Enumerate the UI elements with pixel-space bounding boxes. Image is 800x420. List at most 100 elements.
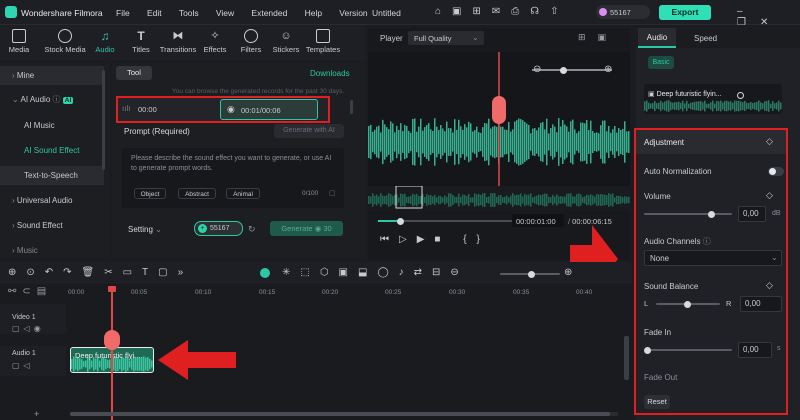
playhead-handle[interactable]: [492, 96, 506, 124]
progress-knob[interactable]: [397, 217, 404, 225]
credits-badge[interactable]: 55167: [596, 5, 650, 19]
chip-abstract[interactable]: Abstract: [178, 188, 216, 199]
toolbar-icons[interactable]: ⌂▣⊞✉⎙☊⇧: [435, 6, 570, 17]
auto-normalization-toggle[interactable]: [768, 167, 784, 176]
tab-basic[interactable]: Basic: [648, 56, 674, 69]
audio-channels-select[interactable]: None ⌄: [644, 250, 782, 266]
sidebar-item-sound-effect[interactable]: › Sound Effect: [0, 216, 104, 235]
balance-slider[interactable]: [656, 300, 720, 308]
menu-file[interactable]: File: [116, 8, 130, 18]
tab-templates[interactable]: Templates: [304, 29, 342, 54]
record-item-selected[interactable]: ◉ 00:01/00:06: [220, 99, 318, 120]
timeline-zoom-knob[interactable]: [528, 270, 535, 278]
tab-speed[interactable]: Speed: [694, 34, 717, 43]
chip-animal[interactable]: Animal: [226, 188, 260, 199]
waveform-bar: [406, 125, 408, 159]
tab-audio-props[interactable]: Audio: [638, 28, 676, 48]
current-time[interactable]: 00:00:01:00: [512, 214, 564, 227]
timeline-h-thumb[interactable]: [70, 412, 610, 416]
menu-view[interactable]: View: [216, 8, 234, 18]
timeline-playhead[interactable]: [111, 286, 113, 420]
timeline-v-scrollbar[interactable]: [624, 336, 629, 380]
export-button[interactable]: Export: [659, 5, 711, 20]
sidebar-item-mine[interactable]: › Mine: [0, 66, 104, 85]
mini-timeline[interactable]: [368, 185, 630, 210]
zoom-in-icon[interactable]: ⊕: [604, 64, 612, 75]
sidebar-item-ai-sound-effect[interactable]: AI Sound Effect: [0, 141, 104, 160]
track-lock-mute-eye-icons[interactable]: ▢◁◉: [12, 324, 45, 333]
volume-keyframe-icon[interactable]: ◇: [766, 190, 773, 201]
tab-downloads[interactable]: Downloads: [310, 69, 350, 78]
timeline-h-scrollbar[interactable]: [70, 412, 618, 416]
menu-edit[interactable]: Edit: [147, 8, 162, 18]
chip-object[interactable]: Object: [134, 188, 166, 199]
volume-knob[interactable]: [708, 210, 715, 218]
prompt-input[interactable]: Please describe the sound effect you wan…: [122, 148, 344, 208]
ai-tool-icon[interactable]: [260, 268, 270, 278]
credits-chip[interactable]: + 55167: [194, 221, 243, 236]
menu-extended[interactable]: Extended: [251, 8, 287, 18]
reset-button[interactable]: Reset: [644, 395, 670, 409]
tab-media[interactable]: Media: [6, 29, 32, 54]
progress-bar[interactable]: [378, 217, 518, 225]
sidebar-item-ai-audio[interactable]: ⌄ AI Audio ⓘ AI: [0, 90, 104, 109]
zoom-slider[interactable]: [532, 66, 612, 74]
fade-in-value[interactable]: 0,00: [738, 342, 772, 358]
generate-button[interactable]: Generate ◉ 30: [270, 221, 343, 236]
zoom-in-icon[interactable]: ⊕: [564, 267, 572, 278]
generate-with-ai-button[interactable]: Generate with AI: [274, 124, 344, 138]
sidebar-item-text-to-speech[interactable]: Text-to-Speech: [0, 166, 104, 185]
balance-keyframe-icon[interactable]: ◇: [766, 280, 773, 291]
setting-dropdown[interactable]: Setting ⌄: [128, 225, 162, 234]
tab-transitions[interactable]: ⧓ Transitions: [158, 29, 198, 54]
tab-stickers[interactable]: ☺ Stickers: [270, 29, 302, 54]
track-lock-mute-icons[interactable]: ▢◁: [12, 361, 34, 370]
balance-knob[interactable]: [684, 300, 691, 308]
fade-in-knob[interactable]: [644, 346, 651, 354]
fade-in-slider[interactable]: [644, 346, 732, 354]
zoom-out-icon[interactable]: ⊖: [533, 64, 541, 75]
waveform-bar: [628, 196, 630, 204]
track-tools-icons[interactable]: ⚯⊂▤: [8, 286, 52, 297]
window-controls[interactable]: –❐✕: [737, 6, 800, 28]
sidebar-scrollbar[interactable]: [102, 70, 105, 170]
add-track-icon[interactable]: +: [34, 409, 39, 419]
waveform-bar: [374, 195, 376, 205]
timeline-zoom-slider[interactable]: [500, 270, 560, 278]
clear-icon[interactable]: ▢: [329, 189, 336, 197]
title-bar: Wondershare Filmora File Edit Tools View…: [0, 0, 800, 28]
volume-value[interactable]: 0,00: [738, 206, 766, 222]
playback-controls[interactable]: ⏮▷▶■ {}: [380, 234, 490, 245]
tab-effects[interactable]: ✧ Effects: [202, 29, 228, 54]
menu-version[interactable]: Version: [339, 8, 367, 18]
view-icons[interactable]: ⊞▣: [578, 32, 618, 43]
tab-audio[interactable]: ♫ Audio: [92, 29, 118, 54]
quality-select[interactable]: Full Quality ⌄: [408, 31, 484, 45]
records-scrollbar[interactable]: [350, 100, 353, 114]
playhead-top[interactable]: [108, 286, 116, 292]
tab-stock-media[interactable]: Stock Media: [42, 29, 88, 54]
balance-value[interactable]: 0,00: [740, 296, 782, 312]
timeline-tool-icons[interactable]: ✳⬚⬡▣⬓◯♪⇄⊟⊖: [282, 267, 469, 278]
refresh-icon[interactable]: ↻: [248, 224, 256, 235]
sidebar-item-ai-music[interactable]: AI Music: [0, 116, 104, 135]
playhead-scissor-handle[interactable]: [104, 330, 120, 350]
tab-tool[interactable]: Tool: [116, 66, 152, 80]
tab-titles[interactable]: T Titles: [128, 29, 154, 54]
edit-tools-icons[interactable]: ⊕⊙↶↷🗑✂▭T▢»: [8, 267, 193, 278]
menu-tools[interactable]: Tools: [179, 8, 199, 18]
play-icon[interactable]: ◉: [227, 104, 235, 115]
sidebar-item-universal-audio[interactable]: › Universal Audio: [0, 191, 104, 210]
waveform-bar: [492, 193, 494, 207]
record-time[interactable]: 00:00: [138, 105, 157, 114]
timeline-toolbar[interactable]: ⊕⊙↶↷🗑✂▭T▢» ✳⬚⬡▣⬓◯♪⇄⊟⊖ ⊕: [0, 262, 632, 284]
volume-slider[interactable]: [644, 210, 732, 218]
sidebar-item-music[interactable]: › Music: [0, 241, 104, 260]
menu-help[interactable]: Help: [305, 8, 322, 18]
timeline-ruler[interactable]: 00:00 00:05 00:10 00:15 00:20 00:25 00:3…: [66, 284, 632, 302]
tab-filters[interactable]: Filters: [238, 29, 264, 54]
adjustment-header[interactable]: Adjustment ◇: [636, 130, 786, 154]
zoom-knob[interactable]: [560, 66, 567, 74]
waveform-bar: [414, 118, 416, 166]
keyframe-icon[interactable]: ◇: [766, 136, 773, 147]
